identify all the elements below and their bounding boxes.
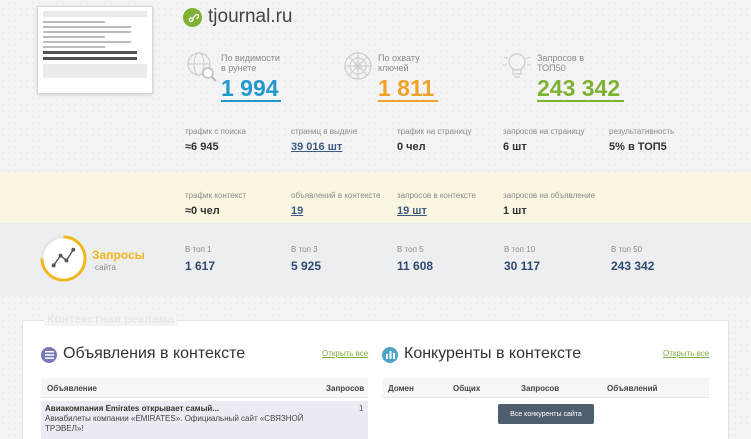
ad-title[interactable]: Авиакомпания Emirates открывает самый... [45,404,219,413]
stat-context-queries: запросов в контексте 19 шт [397,191,476,217]
ads-section-title: Объявления в контексте [63,345,246,362]
metric-label: По охвату ключей [378,53,420,73]
queries-title: Запросы [92,248,145,262]
stat-value-link[interactable]: 19 [291,205,380,217]
stat-value: ≈0 чел [185,205,220,217]
stat-label: В топ 1 [185,245,212,254]
stat-value: 5% в ТОП5 [609,141,667,153]
stat-pages-in-serp: страниц в выдаче 39 016 шт [291,127,357,153]
stat-label: трафик на страницу [397,127,472,136]
stat-label: В топ 3 [291,245,318,254]
stat-label: результативность [609,127,675,136]
stat-context-ads: объявлений в контексте 19 [291,191,380,217]
stat-value: 1 шт [503,205,527,217]
competitors-open-all-link[interactable]: Открыть все [663,349,709,358]
stat-label: В топ 50 [611,245,643,254]
ads-open-all-link[interactable]: Открыть все [322,349,368,358]
site-thumbnail[interactable] [37,6,153,94]
stat-search-traffic: трафик с поиска ≈6 945 [185,127,246,153]
col-queries[interactable]: Запросов [521,384,559,393]
all-competitors-button[interactable]: Все конкуренты сайта [498,404,594,424]
queries-subtitle: сайта [95,263,116,272]
stat-label: страниц в выдаче [291,127,358,136]
ad-description: Авиабилеты компании «EMIRATES». Официаль… [45,414,304,433]
stat-label: запросов на страницу [503,127,585,136]
metric-label: Запросов в ТОП50 [537,53,584,73]
query-top5: В топ 5 11 608 [397,245,433,273]
ads-table-header: Объявление Запросов [41,378,368,398]
stat-queries-per-page: запросов на страницу 6 шт [503,127,584,153]
stat-label: В топ 10 [504,245,536,254]
metric-underline [221,100,281,102]
metric-underline [378,100,438,102]
list-icon [41,347,57,363]
web-icon [344,52,372,80]
stat-label: запросов в контексте [397,191,476,200]
stat-label: В топ 5 [397,245,424,254]
stat-value-link[interactable]: 19 шт [397,205,476,217]
col-domain[interactable]: Домен [388,384,414,393]
metric-value[interactable]: 1 811 [378,75,434,102]
stat-value: ≈6 945 [185,141,219,153]
stat-queries-per-ad: запросов на объявление 1 шт [503,191,595,217]
query-top3: В топ 3 5 925 [291,245,321,273]
col-common[interactable]: Общих [453,384,480,393]
stat-context-traffic: трафик контекст ≈0 чел [185,191,246,217]
metric-value[interactable]: 243 342 [537,75,620,102]
panel-title: Контекстная реклама [44,312,177,326]
stat-value-link[interactable]: 30 117 [504,259,540,273]
stat-value-link[interactable]: 5 925 [291,259,321,273]
site-title[interactable]: tjournal.ru [208,6,293,28]
ad-query-count: 1 [359,404,364,413]
stat-label: запросов на объявление [503,191,596,200]
link-icon [183,8,202,27]
stat-label: трафик контекст [185,191,247,200]
lightbulb-icon [503,53,531,78]
col-queries[interactable]: Запросов [326,384,364,393]
stat-label: трафик с поиска [185,127,246,136]
stat-label: объявлений в контексте [291,191,381,200]
stat-value-link[interactable]: 11 608 [397,259,433,273]
col-ads[interactable]: Объявлений [607,384,657,393]
stat-traffic-per-page: трафик на страницу 0 чел [397,127,471,153]
stat-value: 0 чел [397,141,426,153]
queries-chart-icon [40,235,87,282]
globe-search-icon [187,52,217,82]
metric-value[interactable]: 1 994 [221,75,279,102]
stat-effectiveness: результативность 5% в ТОП5 [609,127,674,153]
stat-value-link[interactable]: 1 617 [185,259,215,273]
col-ad[interactable]: Объявление [47,384,97,393]
context-stats-band: трафик контекст ≈0 чел объявлений в конт… [0,172,751,223]
stat-value-link[interactable]: 243 342 [611,259,654,273]
metric-label: По видимости в рунете [221,53,280,73]
stat-value-link[interactable]: 39 016 шт [291,141,357,153]
bar-chart-icon [382,347,398,363]
competitors-section-title: Конкуренты в контексте [404,345,582,362]
query-top10: В топ 10 30 117 [504,245,540,273]
metric-underline [537,100,624,102]
query-top1: В топ 1 1 617 [185,245,215,273]
competitors-table-header: Домен Общих Запросов Объявлений [382,378,709,398]
table-row[interactable]: Авиакомпания Emirates открывает самый...… [41,401,368,439]
query-top50: В топ 50 243 342 [611,245,654,273]
stat-value: 6 шт [503,141,527,153]
